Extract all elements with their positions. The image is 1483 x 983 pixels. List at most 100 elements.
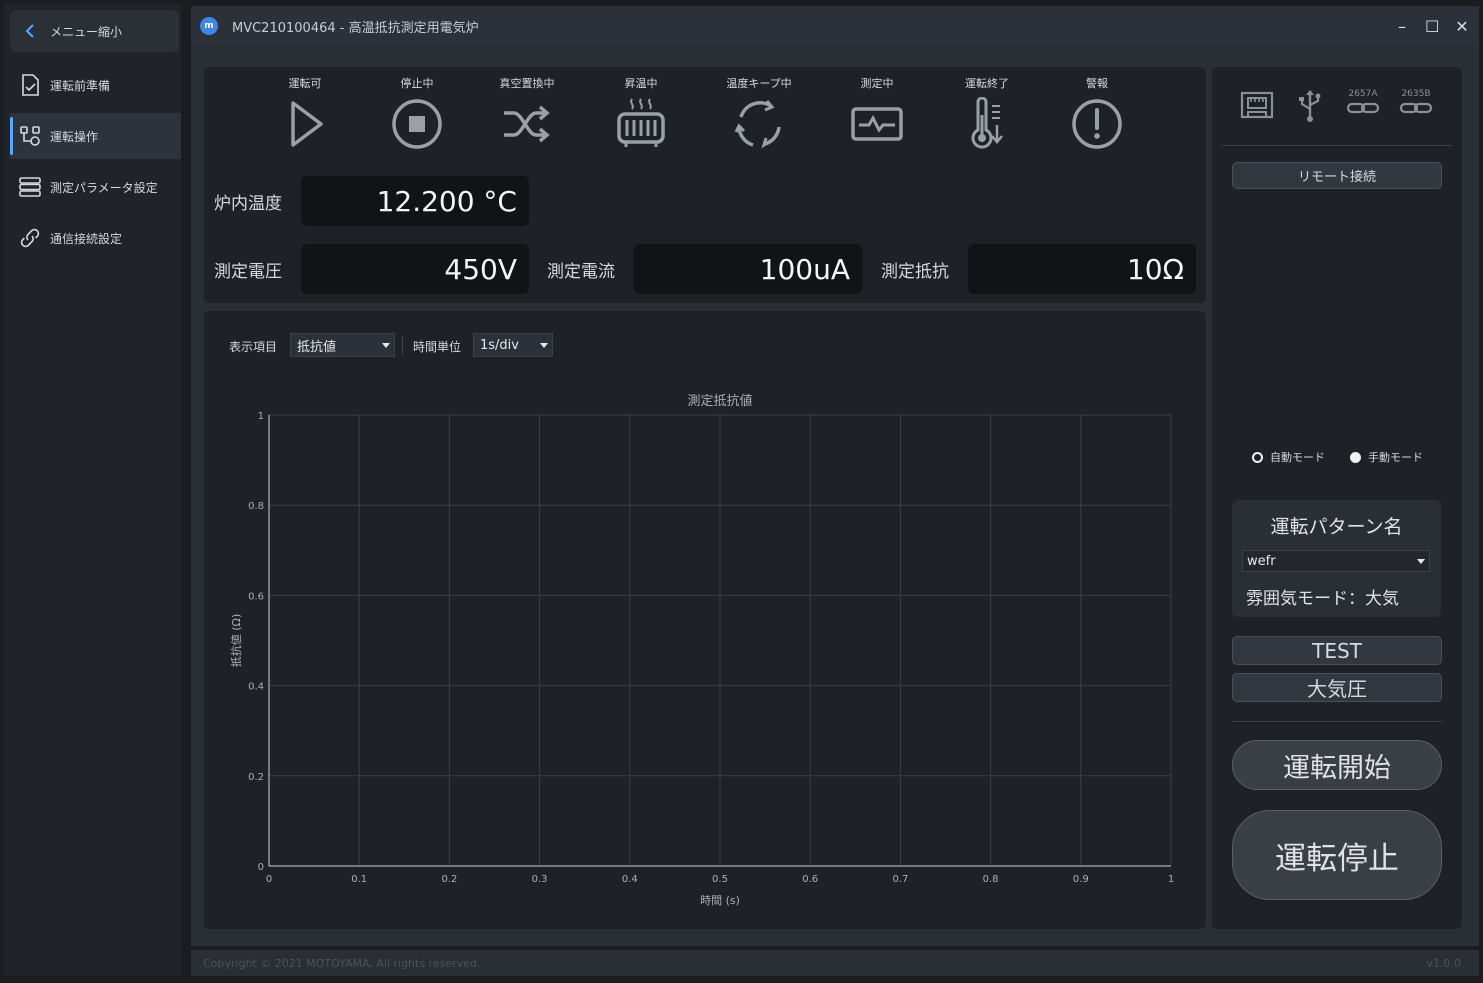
maximize-button[interactable]: ☐: [1425, 17, 1439, 36]
status-label: 運転終了: [965, 77, 1009, 90]
link-icon: [1346, 102, 1380, 114]
x-tick-label: 0.8: [983, 874, 999, 885]
start-operation-button[interactable]: 運転開始: [1232, 740, 1442, 790]
manual-mode-label: 手動モード: [1368, 451, 1423, 464]
version-text: v1.0.0: [1426, 956, 1462, 970]
x-tick-label: 0.9: [1073, 874, 1089, 885]
atmospheric-pressure-button[interactable]: 大気圧: [1232, 673, 1442, 702]
divider: [1222, 145, 1452, 146]
chevron-left-icon: [10, 24, 50, 38]
x-tick-label: 0.7: [892, 874, 908, 885]
resistance-label: 測定抵抗: [881, 262, 949, 282]
title-bar: m MVC210100464 - 高温抵抗測定用電気炉 – ☐ ✕: [191, 6, 1479, 46]
cycle-icon: [734, 100, 781, 149]
heater-icon: [617, 98, 665, 147]
resistance-chart: 測定抵抗値 0 0.1 0.2 0.3 0.4 0.5 0.6 0.7 0.8 0.9 1 0 0.2 0.…: [229, 393, 1174, 907]
radio-selected-icon: [1350, 451, 1361, 463]
sidebar-item-label: 測定パラメータ設定: [50, 180, 158, 195]
x-axis-label: 時間 (s): [700, 894, 740, 907]
sidebar-item-label: 運転操作: [50, 129, 99, 144]
checklist-document-icon: [10, 73, 50, 97]
sidebar-item-measurement-params[interactable]: 測定パラメータ設定: [10, 164, 181, 210]
resistance-value: 10Ω: [968, 244, 1196, 294]
y-axis-label: 抵抗値 (Ω): [229, 614, 243, 668]
conn-label: 2635B: [1401, 89, 1431, 99]
play-icon: [291, 101, 323, 147]
conn-usb: [1296, 89, 1324, 123]
atmosphere-mode: 雰囲気モード：大気: [1246, 589, 1399, 609]
voltage-value: 450V: [301, 244, 529, 294]
conn-2635b: 2635B: [1399, 89, 1433, 117]
test-button[interactable]: TEST: [1232, 636, 1442, 665]
pattern-box: 運転パターン名 wefr 雰囲気モード：大気: [1232, 500, 1441, 617]
sidebar-item-pre-operation[interactable]: 運転前準備: [10, 62, 181, 108]
chart-panel: 表示項目 抵抗値 時間単位 1s/div 測定抵抗値 0 0.1 0.2 0.3 0.4 0…: [204, 311, 1206, 929]
status-label: 測定中: [860, 77, 894, 90]
voltage-label: 測定電圧: [214, 262, 282, 282]
status-label: 真空置換中: [499, 77, 555, 90]
sidebar-nav: 運転前準備 運転操作 測定パラメータ設定 通信接続設定: [10, 62, 181, 266]
stop-operation-button[interactable]: 運転停止: [1232, 810, 1442, 900]
close-button[interactable]: ✕: [1455, 17, 1469, 36]
status-label: 警報: [1086, 77, 1108, 90]
conn-2657a: 2657A: [1346, 89, 1380, 117]
sidebar-item-operation[interactable]: 運転操作: [10, 113, 181, 159]
x-tick-label: 0.5: [712, 874, 728, 885]
status-label: 停止中: [400, 77, 434, 90]
furnace-temp-value: 12.200 °C: [301, 176, 529, 226]
x-tick-label: 0.4: [622, 874, 638, 885]
x-tick-label: 0.1: [351, 874, 367, 885]
menu-collapse-label: メニュー縮小: [50, 24, 123, 39]
radio-unselected-icon: [1252, 451, 1263, 463]
auto-mode-label: 自動モード: [1270, 451, 1325, 464]
pattern-select[interactable]: wefr: [1242, 550, 1430, 572]
y-tick-label: 0.2: [248, 772, 264, 783]
control-flow-icon: [10, 124, 50, 148]
status-label: 温度キープ中: [726, 77, 792, 90]
current-label: 測定電流: [547, 262, 615, 282]
status-operation-end: 運転終了: [942, 75, 1032, 151]
status-label: 昇温中: [624, 77, 658, 90]
copyright-text: Copyright © 2021 MOTOYAMA. All rights re…: [203, 956, 481, 970]
ethernet-icon: [1240, 91, 1274, 119]
current-value: 100uA: [634, 244, 862, 294]
link-icon: [1399, 102, 1433, 114]
status-label: 運転可: [288, 77, 322, 90]
status-ready: 運転可: [260, 75, 350, 151]
shuffle-icon: [504, 105, 550, 143]
menu-collapse-button[interactable]: メニュー縮小: [10, 10, 179, 52]
status-measuring: 測定中: [832, 75, 922, 151]
manual-mode-radio[interactable]: 手動モード: [1350, 449, 1423, 465]
app-logo-icon: m: [200, 17, 218, 35]
sidebar-item-label: 運転前準備: [50, 78, 111, 93]
y-tick-label: 1: [258, 411, 264, 422]
link-icon: [10, 226, 50, 250]
status-vacuum-replace: 真空置換中: [482, 75, 572, 151]
y-tick-label: 0: [258, 862, 264, 873]
monitor-pulse-icon: [851, 107, 903, 141]
y-tick-label: 0.6: [248, 591, 264, 602]
y-tick-label: 0.4: [248, 682, 264, 693]
server-stack-icon: [10, 176, 50, 198]
sidebar-item-label: 通信接続設定: [50, 231, 123, 246]
sidebar: メニュー縮小 運転前準備 運転操作 測定パラメータ設定 通信接続設定: [4, 4, 181, 976]
status-temp-keep: 温度キープ中: [714, 75, 804, 151]
window-title: MVC210100464 - 高温抵抗測定用電気炉: [232, 20, 479, 36]
divider: [1232, 721, 1442, 722]
conn-label: 2657A: [1348, 89, 1378, 99]
alert-icon: [1072, 99, 1122, 149]
sidebar-item-comm-settings[interactable]: 通信接続設定: [10, 215, 181, 261]
status-stopped: 停止中: [372, 75, 462, 151]
x-tick-label: 0: [266, 874, 272, 885]
window-controls: – ☐ ✕: [1395, 6, 1469, 46]
usb-icon: [1299, 90, 1321, 122]
remote-connect-button[interactable]: リモート接続: [1232, 162, 1442, 189]
x-tick-label: 0.6: [802, 874, 818, 885]
caret-down-icon: [1417, 559, 1425, 564]
minimize-button[interactable]: –: [1395, 17, 1409, 36]
auto-mode-radio[interactable]: 自動モード: [1252, 449, 1325, 465]
pattern-value: wefr: [1247, 553, 1276, 569]
status-alarm: 警報: [1052, 75, 1142, 151]
x-tick-label: 0.2: [441, 874, 457, 885]
thermometer-down-icon: [971, 97, 1003, 149]
